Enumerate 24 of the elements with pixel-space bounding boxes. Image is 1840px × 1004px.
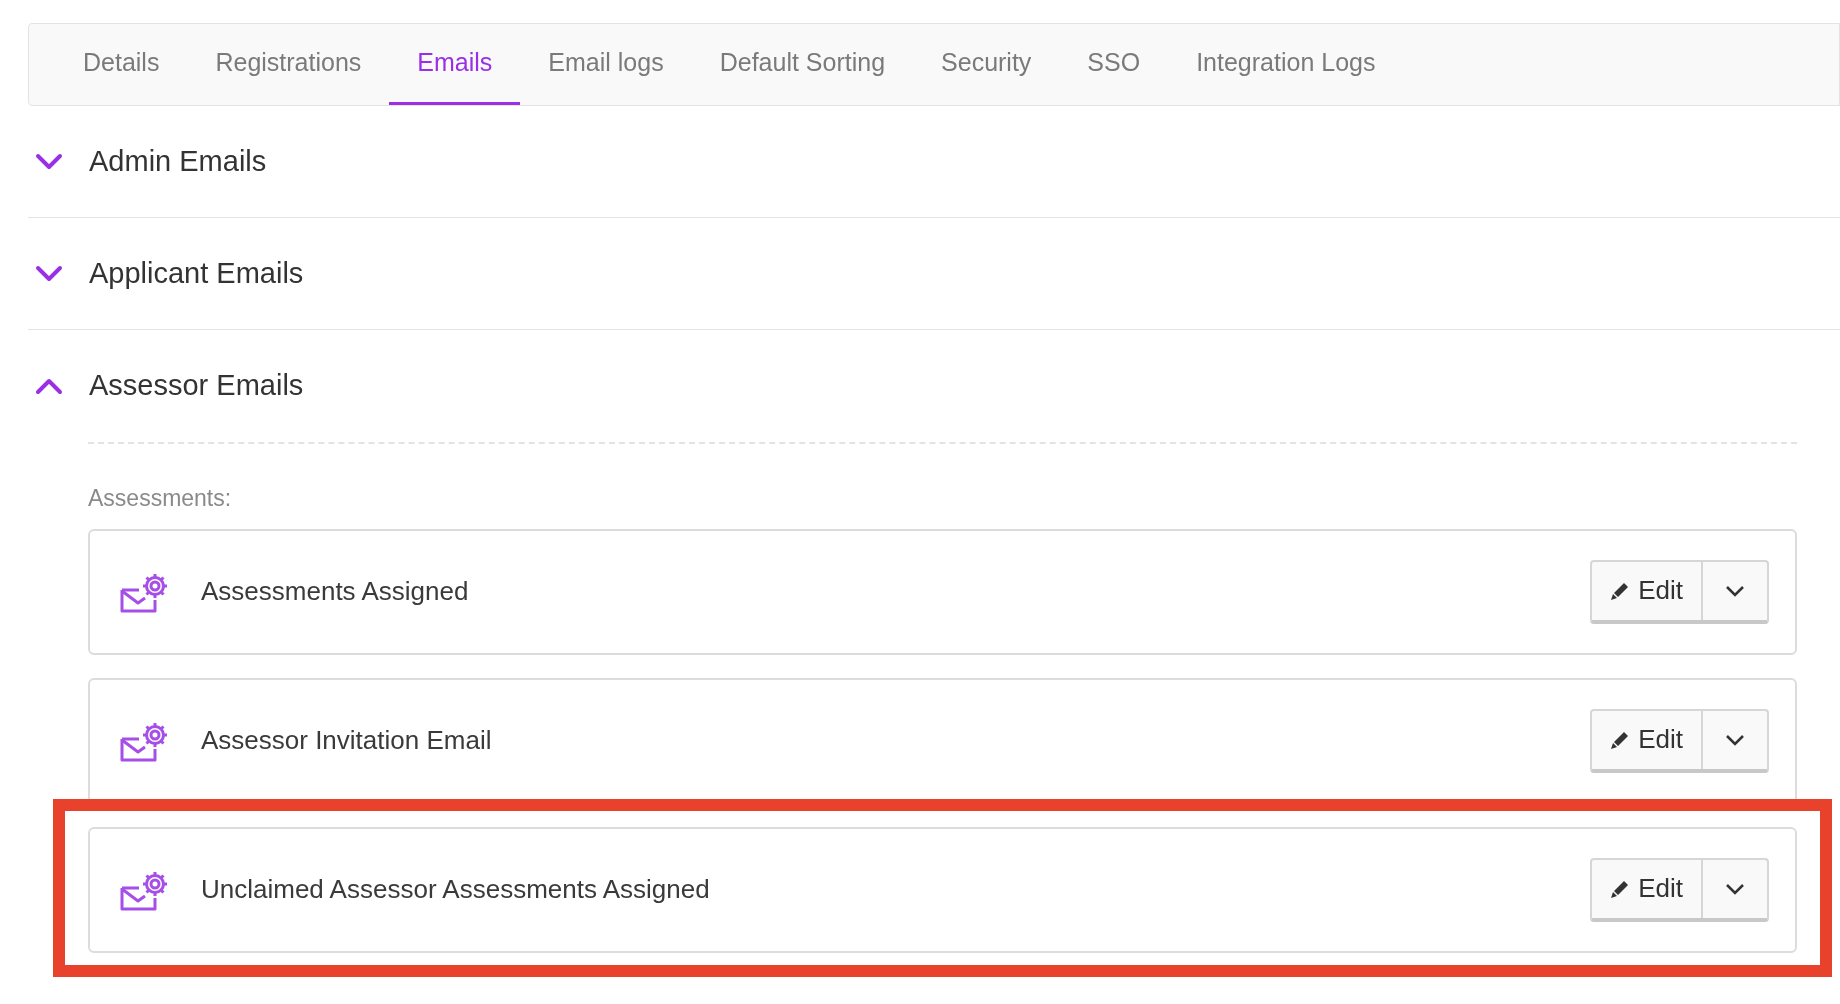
chevron-up-icon[interactable] [35,377,63,395]
caret-icon [1725,882,1745,895]
chevron-down-icon[interactable] [35,152,63,171]
tab[interactable]: Registrations [187,24,390,105]
email-name[interactable]: Unclaimed Assessor Assessments Assigned [201,870,1591,909]
pencil-icon [1610,580,1631,601]
group-label: Assessments: [88,484,233,513]
tab[interactable]: Integration Logs [1168,24,1404,105]
tab[interactable]: Emails [389,24,521,105]
section-title[interactable]: Assessor Emails [89,364,304,408]
section-title[interactable]: Applicant Emails [89,251,304,296]
caret-icon [1725,733,1745,746]
tab[interactable]: Default Sorting [691,24,914,105]
email-name[interactable]: Assessments Assigned [201,572,1591,611]
pencil-icon [1610,878,1631,899]
chevron-down-icon[interactable] [35,264,63,283]
tab[interactable]: Email logs [520,24,692,105]
caret-icon [1725,584,1745,597]
tab[interactable]: Details [55,24,188,105]
tab[interactable]: SSO [1059,24,1169,105]
section-title[interactable]: Admin Emails [89,139,267,184]
email-name[interactable]: Assessor Invitation Email [201,721,1591,760]
tab[interactable]: Security [913,24,1060,105]
pencil-icon [1610,729,1631,750]
